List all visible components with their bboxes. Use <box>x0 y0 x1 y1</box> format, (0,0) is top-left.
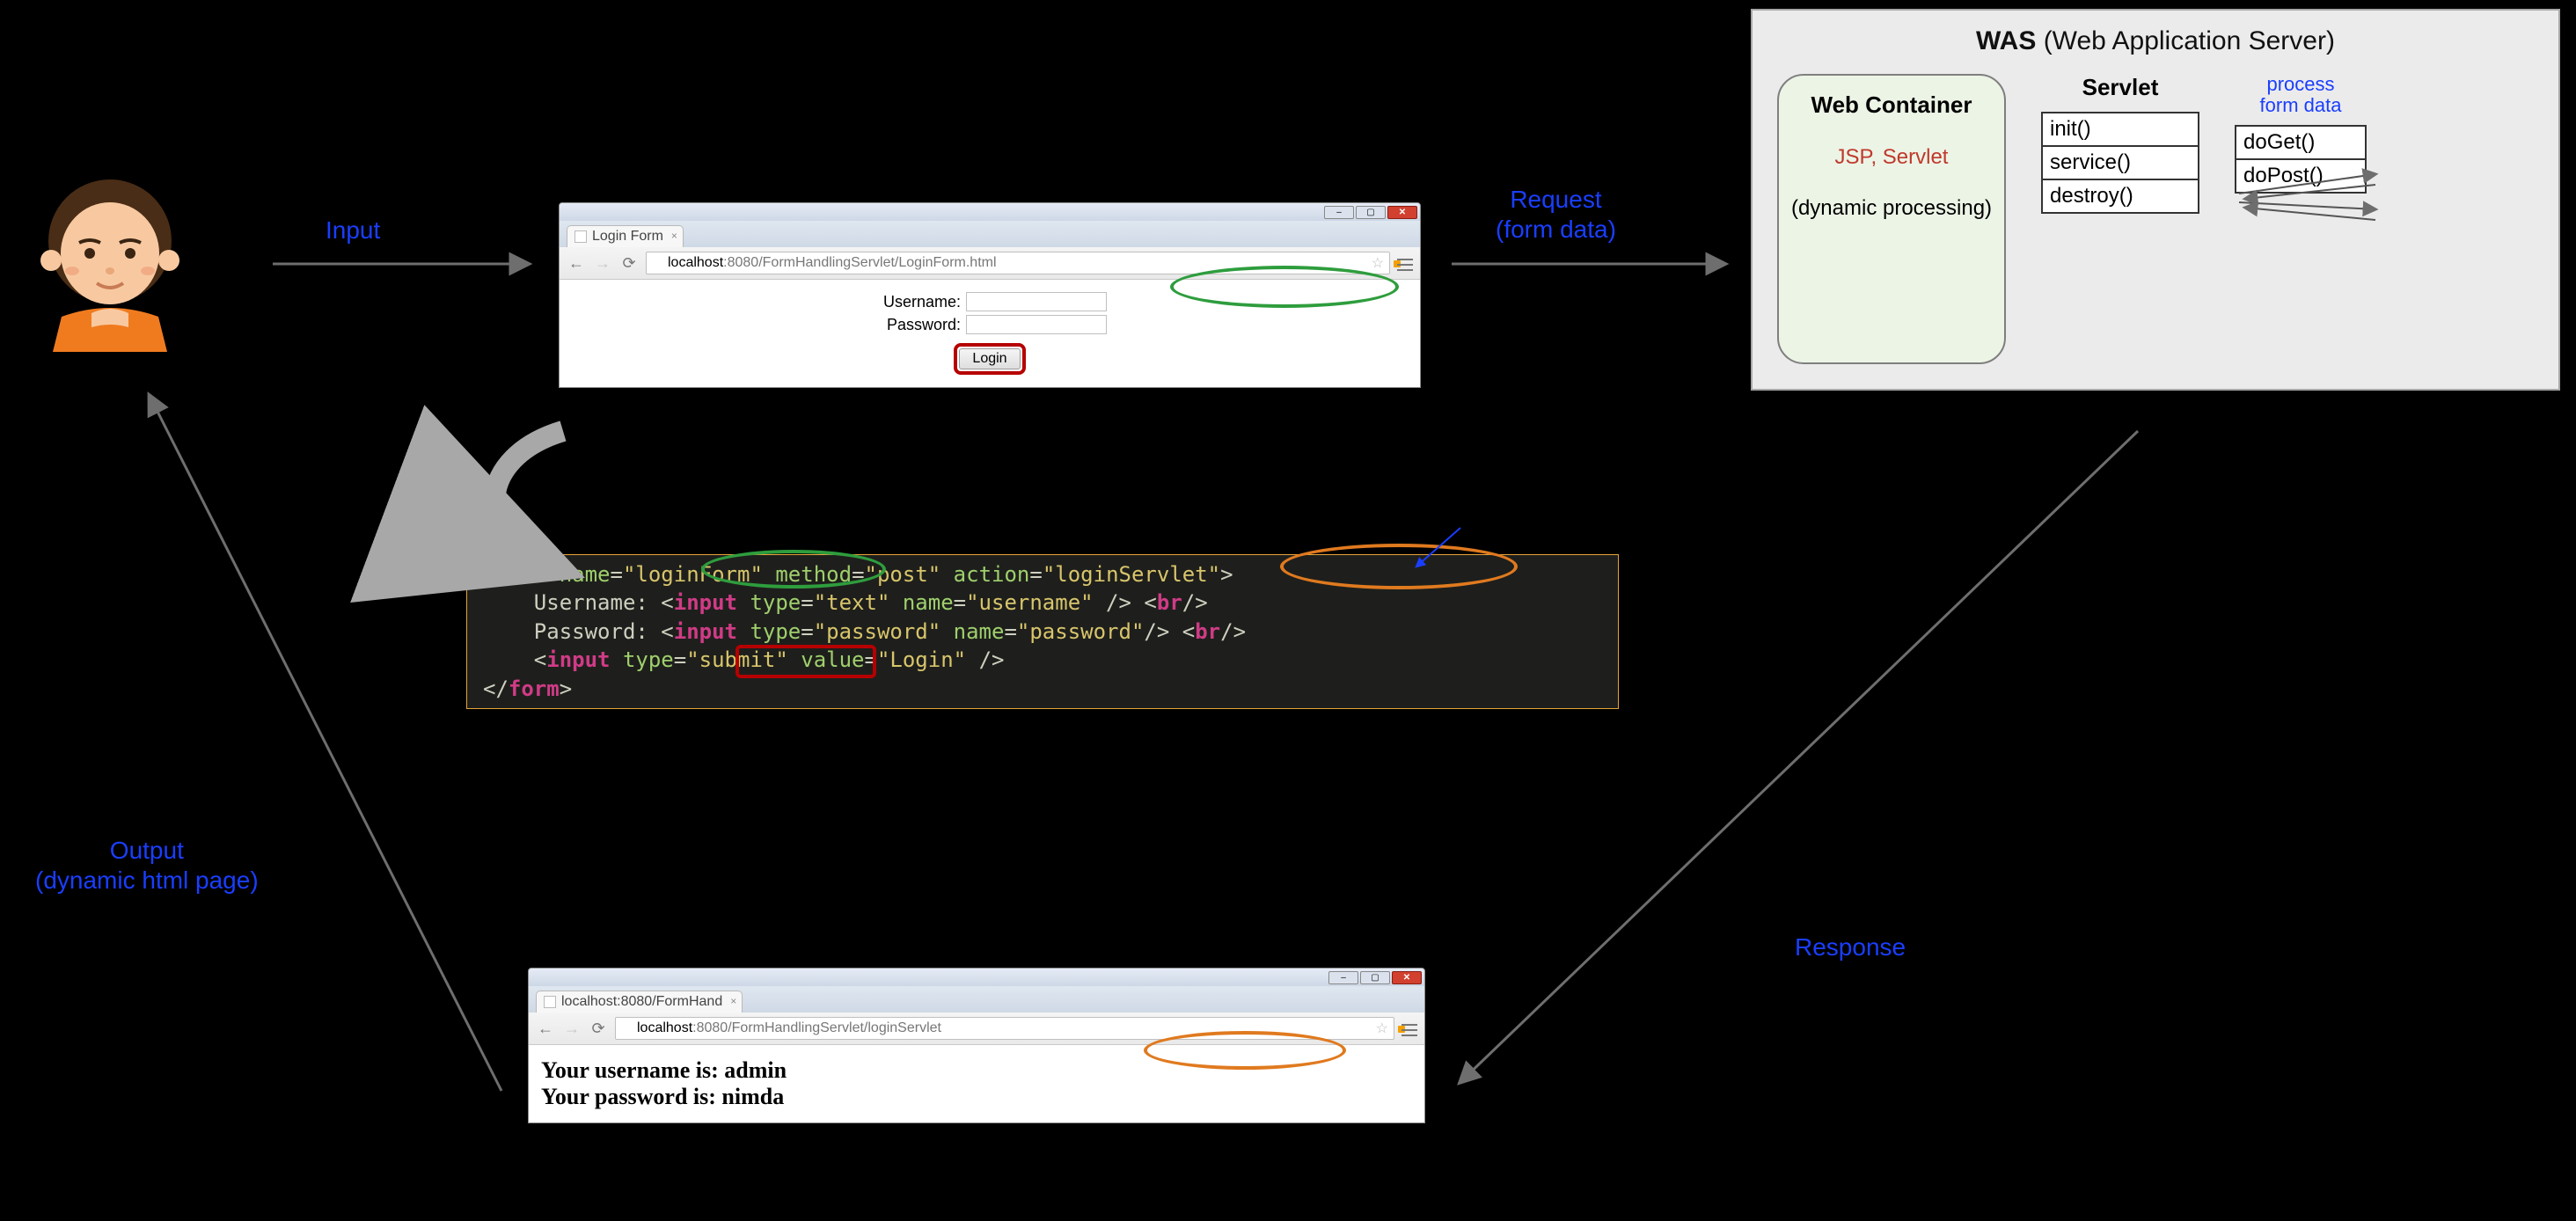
servlet-title: Servlet <box>2082 74 2159 101</box>
forward-button[interactable]: → <box>593 253 612 273</box>
close-tab-icon[interactable]: × <box>730 995 736 1007</box>
label-request: Request (form data) <box>1496 185 1616 244</box>
browser-tab[interactable]: Login Form × <box>567 225 684 247</box>
bookmark-star-icon[interactable]: ☆ <box>1372 254 1384 272</box>
back-button[interactable]: ← <box>536 1019 555 1038</box>
window-maximize-button[interactable]: ▢ <box>1356 206 1386 219</box>
web-container-title: Web Container <box>1788 91 1995 119</box>
handler-methods-col: process form data doGet() doPost() <box>2235 74 2367 194</box>
password-input[interactable] <box>966 315 1107 334</box>
was-title: WAS (Web Application Server) <box>1777 26 2534 56</box>
back-button[interactable]: ← <box>567 253 586 273</box>
forward-button[interactable]: → <box>562 1019 582 1038</box>
method-doget: doGet() <box>2236 127 2365 160</box>
login-button[interactable]: Login <box>959 348 1020 369</box>
result-password-label: Your password is: <box>541 1084 721 1109</box>
window-close-button[interactable]: ✕ <box>1387 206 1417 219</box>
user-avatar <box>35 167 185 352</box>
highlight-code-loginservlet <box>1280 544 1518 589</box>
web-container-box: Web Container JSP, Servlet (dynamic proc… <box>1777 74 2006 364</box>
browser-tab[interactable]: localhost:8080/FormHand × <box>536 991 743 1013</box>
result-username-label: Your username is: <box>541 1057 724 1083</box>
window-minimize-button[interactable]: – <box>1328 971 1358 984</box>
lifecycle-methods: init() service() destroy() <box>2041 112 2199 214</box>
reload-button[interactable]: ⟳ <box>619 253 639 273</box>
result-username-value: admin <box>724 1057 787 1083</box>
tab-title: localhost:8080/FormHand <box>561 994 722 1010</box>
window-close-button[interactable]: ✕ <box>1392 971 1422 984</box>
password-label: Password: <box>873 316 961 334</box>
window-frame-controls: – ▢ ✕ <box>560 203 1420 221</box>
page-icon <box>621 1022 632 1035</box>
window-frame-controls: – ▢ ✕ <box>529 969 1424 986</box>
page-icon <box>544 996 556 1008</box>
page-icon <box>574 230 587 243</box>
highlight-code-loginform <box>701 550 886 589</box>
label-response: Response <box>1795 932 1906 962</box>
window-minimize-button[interactable]: – <box>1324 206 1354 219</box>
highlight-url-loginform <box>1170 266 1399 308</box>
method-init: init() <box>2043 113 2198 147</box>
method-destroy: destroy() <box>2043 180 2198 212</box>
tab-title: Login Form <box>592 229 663 245</box>
window-maximize-button[interactable]: ▢ <box>1360 971 1390 984</box>
label-output: Output (dynamic html page) <box>35 836 259 895</box>
method-service: service() <box>2043 147 2198 180</box>
reload-button[interactable]: ⟳ <box>589 1019 608 1038</box>
close-tab-icon[interactable]: × <box>671 230 677 242</box>
web-container-desc: (dynamic processing) <box>1788 196 1995 221</box>
web-container-tech: JSP, Servlet <box>1788 145 1995 170</box>
was-box: WAS (Web Application Server) Web Contain… <box>1751 9 2560 391</box>
bookmark-star-icon[interactable]: ☆ <box>1376 1020 1388 1037</box>
handler-methods: doGet() doPost() <box>2235 125 2367 194</box>
page-icon <box>652 257 662 269</box>
username-input[interactable] <box>966 292 1107 311</box>
label-input: Input <box>326 216 380 245</box>
process-form-data-label: process form data <box>2260 74 2342 116</box>
highlight-submit-button: Login <box>954 343 1025 375</box>
highlight-code-submit <box>735 645 876 678</box>
result-password-value: nimda <box>721 1084 784 1109</box>
highlight-url-loginservlet <box>1144 1031 1346 1070</box>
username-label: Username: <box>873 293 961 311</box>
servlet-lifecycle: Servlet init() service() destroy() <box>2041 74 2199 214</box>
method-dopost: doPost() <box>2236 160 2365 192</box>
